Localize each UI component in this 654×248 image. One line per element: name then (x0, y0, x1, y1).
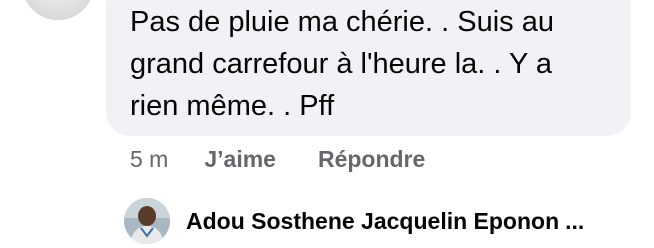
comment-text: Pas de pluie ma chérie. . Suis au grand … (130, 1, 630, 127)
comment-line: Pas de pluie ma chérie. . Suis au (130, 6, 554, 38)
user-photo-icon[interactable] (124, 198, 170, 244)
like-button[interactable]: J’aime (204, 146, 276, 173)
comment-actions: 5 m J’aime Répondre (130, 144, 467, 174)
commenter-avatar[interactable] (22, 0, 94, 20)
comment-thread: Pas de pluie ma chérie. . Suis au grand … (0, 0, 654, 248)
reply-author-name[interactable]: Adou Sosthene Jacquelin Eponon (186, 208, 559, 235)
comment-timestamp[interactable]: 5 m (130, 146, 168, 173)
reply-button[interactable]: Répondre (318, 146, 425, 173)
reply-preview[interactable]: Adou Sosthene Jacquelin Eponon ... (124, 198, 584, 244)
comment-line: grand carrefour à l'heure la. . Y a (130, 48, 553, 80)
comment-line: rien même. . Pff (130, 90, 335, 122)
reply-more-indicator: ... (565, 207, 585, 234)
